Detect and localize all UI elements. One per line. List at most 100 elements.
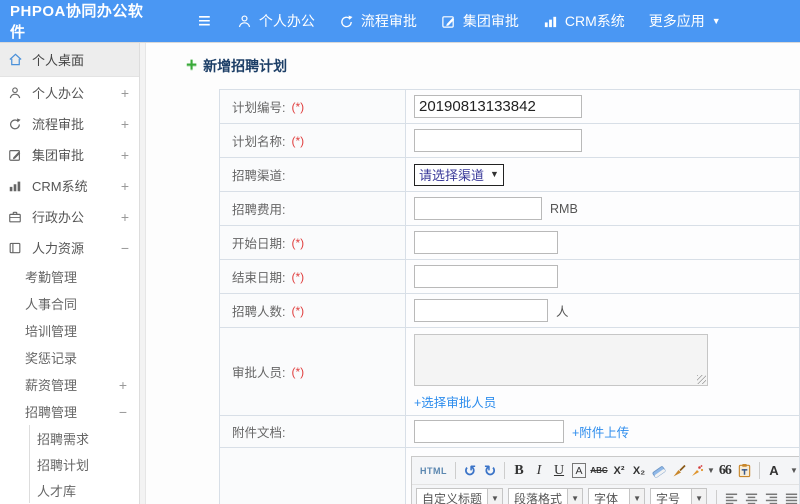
nav-workflow-approval[interactable]: 流程审批 <box>339 11 417 31</box>
select-approvers-link[interactable]: +选择审批人员 <box>414 392 496 411</box>
expand-icon[interactable]: + <box>119 377 127 393</box>
nav-label: CRM系统 <box>564 13 625 29</box>
expand-icon[interactable]: + <box>121 85 129 101</box>
bar-chart-icon <box>8 178 25 194</box>
expand-icon[interactable]: + <box>121 209 129 225</box>
sidebar-item-recruit-plan[interactable]: 招聘计划 <box>30 451 139 477</box>
sidebar-item-recruit-mgmt[interactable]: 招聘管理 − <box>0 398 139 425</box>
sidebar-item-salary[interactable]: 薪资管理 + <box>0 371 139 398</box>
superscript-button[interactable]: X² <box>609 460 629 481</box>
nav-personal-office[interactable]: 个人办公 <box>237 11 315 31</box>
form-row-cost: 招聘费用: RMB <box>219 192 800 226</box>
align-left-icon[interactable] <box>721 488 741 504</box>
undo-icon[interactable]: ↺ <box>460 460 480 481</box>
italic-button[interactable]: I <box>529 460 549 481</box>
font-color-button[interactable]: A <box>764 460 784 481</box>
hamburger-icon[interactable]: ≡ <box>198 10 211 32</box>
field-label: 开始日期: <box>232 237 286 251</box>
paragraph-format-select[interactable]: 段落格式 ▼ <box>508 487 584 504</box>
field-label: 结束日期: <box>232 271 286 285</box>
nav-label: 集团审批 <box>462 13 519 29</box>
approvers-textarea[interactable] <box>414 334 708 386</box>
app-logo: PHPOA协同办公软件 <box>10 3 144 41</box>
attachment-input[interactable] <box>414 420 564 443</box>
plan-name-input[interactable] <box>414 129 582 152</box>
attachment-upload-link[interactable]: +附件上传 <box>572 422 629 441</box>
sidebar-item-attendance[interactable]: 考勤管理 <box>0 263 139 290</box>
expand-icon[interactable]: + <box>121 116 129 132</box>
cost-input[interactable] <box>414 197 542 220</box>
sidebar-item-admin-office[interactable]: 行政办公 + <box>0 201 139 232</box>
expand-icon[interactable]: + <box>121 178 129 194</box>
format-painter-icon[interactable]: ▼ <box>689 460 715 481</box>
sidebar-item-label: 奖惩记录 <box>25 351 78 366</box>
sidebar-item-hr-contract[interactable]: 人事合同 <box>0 290 139 317</box>
chevron-down-icon[interactable]: ▼ <box>784 460 799 481</box>
align-justify-icon[interactable] <box>781 488 799 504</box>
font-family-select[interactable]: 字体 ▼ <box>588 487 646 504</box>
sidebar-item-personal-office[interactable]: 个人办公 + <box>0 77 139 108</box>
align-center-icon[interactable] <box>741 488 761 504</box>
start-date-input[interactable] <box>414 231 558 254</box>
channel-select-value: 请选择渠道 <box>419 168 485 183</box>
align-right-icon[interactable] <box>761 488 781 504</box>
eraser-icon[interactable] <box>649 460 669 481</box>
heading-select[interactable]: 自定义标题 ▼ <box>416 487 504 504</box>
clean-format-icon[interactable] <box>669 460 689 481</box>
redo-icon[interactable]: ↻ <box>480 460 500 481</box>
field-label: 审批人员: <box>232 366 286 380</box>
headcount-suffix: 人 <box>556 305 569 319</box>
form-row-plan-name: 计划名称: (*) <box>219 124 800 158</box>
sidebar-item-talent-pool[interactable]: 人才库 <box>30 477 139 503</box>
subscript-button[interactable]: X₂ <box>629 460 649 481</box>
currency-suffix: RMB <box>550 201 578 216</box>
sidebar-item-workflow-approval[interactable]: 流程审批 + <box>0 108 139 139</box>
sidebar-item-label: 流程审批 <box>32 117 85 132</box>
sidebar-item-crm[interactable]: CRM系统 + <box>0 170 139 201</box>
strikethrough-button[interactable]: ABC <box>589 460 609 481</box>
recruit-submenu: 招聘需求 招聘计划 人才库 <box>29 425 139 503</box>
resize-handle[interactable] <box>697 375 706 384</box>
field-label: 附件文档: <box>232 426 286 440</box>
chevron-down-icon: ▼ <box>629 488 645 504</box>
chevron-down-icon: ▼ <box>691 488 707 504</box>
sidebar-item-label: 人事合同 <box>25 297 78 312</box>
collapse-icon[interactable]: − <box>119 404 127 420</box>
nav-crm-system[interactable]: CRM系统 <box>543 11 625 31</box>
sidebar-item-label: 招聘需求 <box>37 431 90 447</box>
channel-select[interactable]: 请选择渠道 ▼ <box>414 163 504 186</box>
sidebar-item-hr[interactable]: 人力资源 − <box>0 232 139 263</box>
paste-icon[interactable] <box>735 460 755 481</box>
plan-number-input[interactable] <box>414 95 582 118</box>
sidebar-item-label: 考勤管理 <box>25 270 78 285</box>
chevron-down-icon: ▼ <box>707 466 715 475</box>
nav-more-apps[interactable]: 更多应用 ▼ <box>649 11 721 31</box>
html-source-button[interactable]: HTML <box>416 460 451 481</box>
field-label: 招聘渠道: <box>232 169 286 183</box>
required-mark: (*) <box>291 269 305 284</box>
sidebar-item-desktop[interactable]: 个人桌面 <box>0 43 139 77</box>
nav-label: 个人办公 <box>258 13 315 29</box>
font-size-value: 字号 <box>656 491 681 504</box>
font-style-button[interactable]: A <box>572 463 586 478</box>
person-icon <box>237 14 252 29</box>
flow-icon <box>8 116 25 132</box>
form-row-headcount: 招聘人数: (*) 人 <box>219 294 800 328</box>
bold-button[interactable]: B <box>509 460 529 481</box>
sidebar-item-training[interactable]: 培训管理 <box>0 317 139 344</box>
end-date-input[interactable] <box>414 265 558 288</box>
underline-button[interactable]: U <box>549 460 569 481</box>
collapse-icon[interactable]: − <box>121 240 129 256</box>
blockquote-button[interactable]: 66 <box>715 460 735 481</box>
sidebar-item-label: 人力资源 <box>32 241 85 256</box>
sidebar-item-group-approval[interactable]: 集团审批 + <box>0 139 139 170</box>
rich-text-editor: HTML ↺ ↻ B I U A ABC X² X₂ ▼ 66 A ▼ 自定义标… <box>411 456 799 504</box>
font-size-select[interactable]: 字号 ▼ <box>650 487 708 504</box>
sidebar-item-recruit-demand[interactable]: 招聘需求 <box>30 425 139 451</box>
sidebar-item-rewards[interactable]: 奖惩记录 <box>0 344 139 371</box>
expand-icon[interactable]: + <box>121 147 129 163</box>
recruit-plan-form: 计划编号: (*) 计划名称: (*) 招聘渠道: 请选择渠道 ▼ 招聘费用: RM… <box>219 89 800 504</box>
headcount-input[interactable] <box>414 299 548 322</box>
nav-group-approval[interactable]: 集团审批 <box>441 11 519 31</box>
bar-chart-icon <box>543 14 558 29</box>
